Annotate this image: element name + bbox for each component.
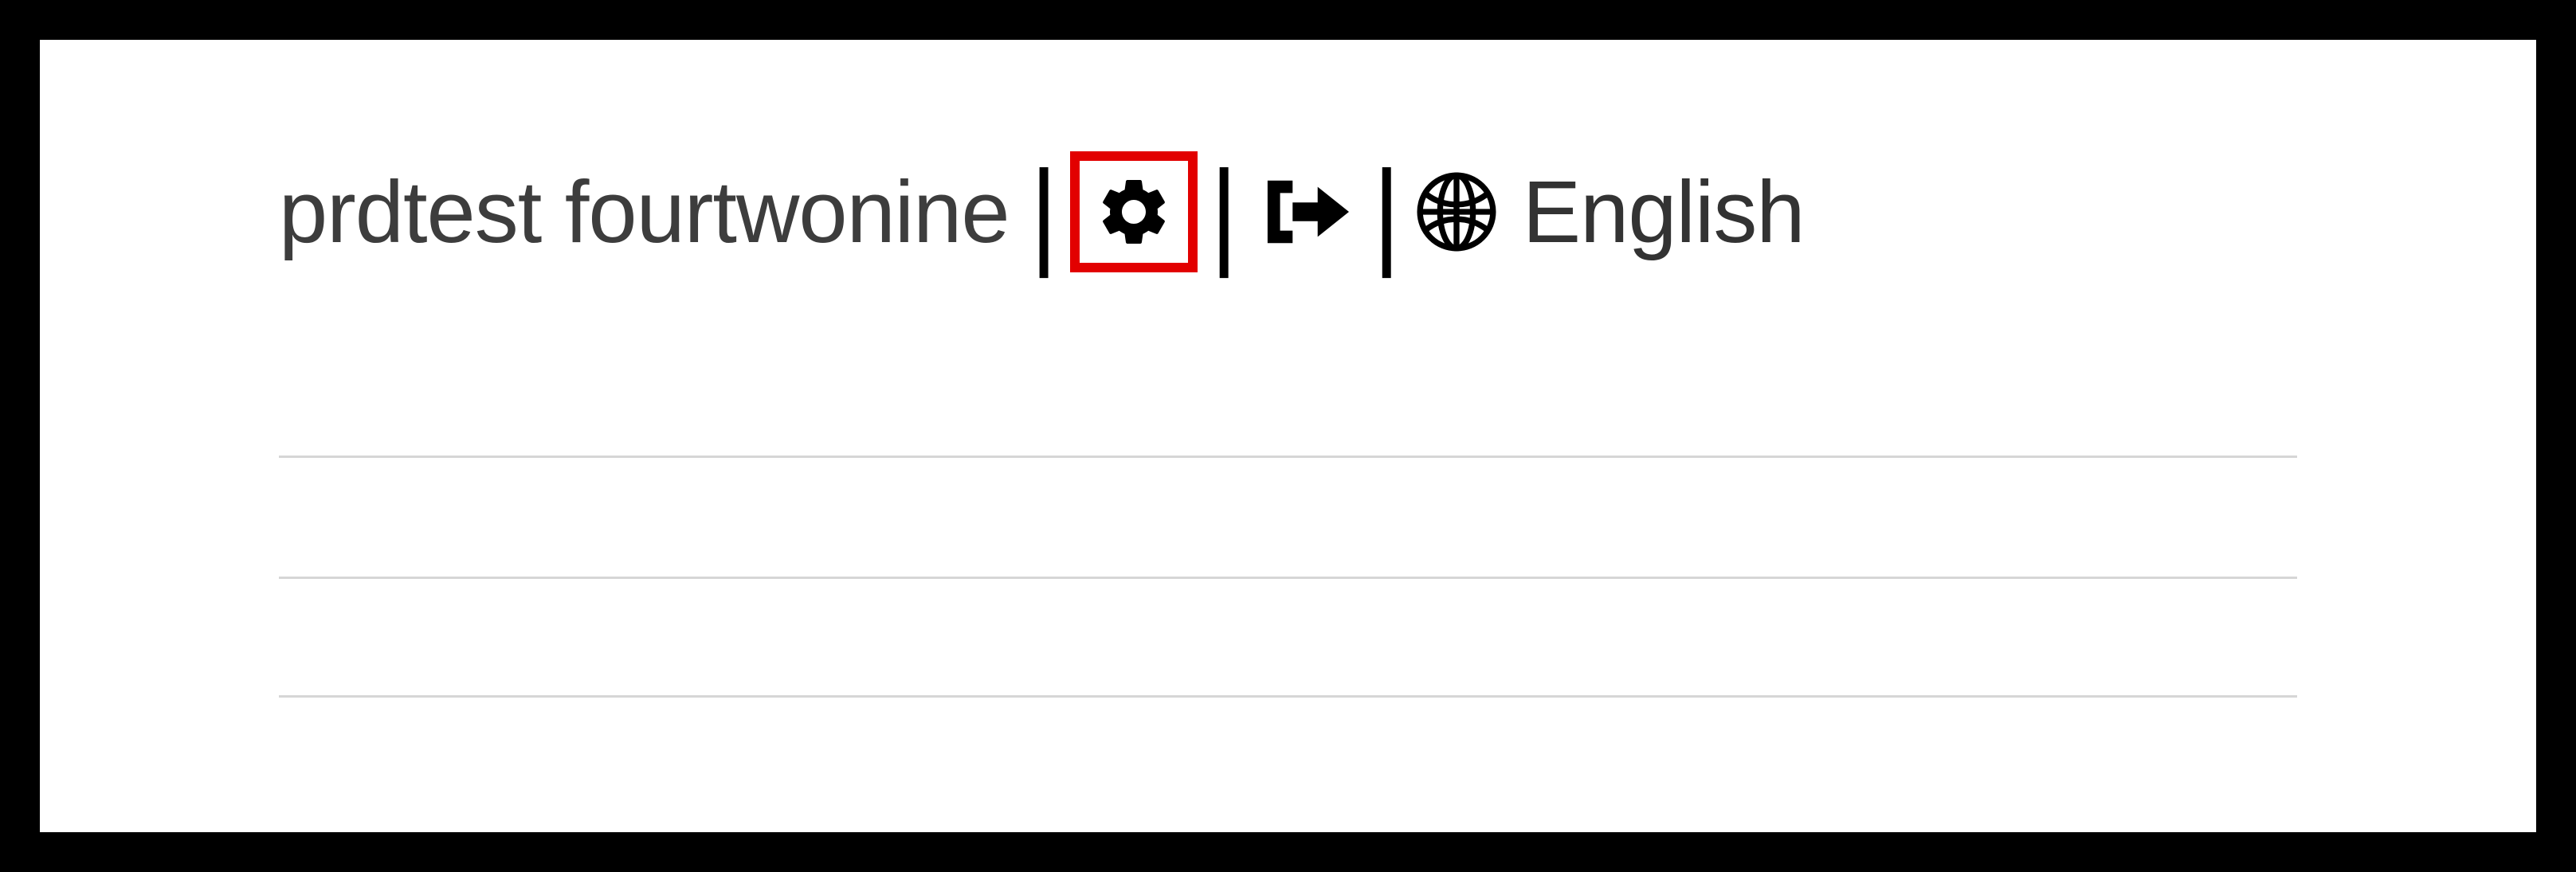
separator: |	[1210, 153, 1237, 272]
language-selector[interactable]: English	[1413, 162, 1805, 263]
table-row	[279, 456, 2297, 577]
table-row	[279, 577, 2297, 698]
language-label: English	[1523, 162, 1805, 263]
content-rows	[279, 456, 2297, 698]
globe-icon	[1413, 168, 1500, 256]
logout-button[interactable]	[1250, 162, 1360, 261]
logout-icon	[1261, 172, 1349, 252]
username-label: prdtest fourtwonine	[279, 162, 1017, 263]
settings-button[interactable]	[1070, 151, 1198, 272]
gear-icon	[1094, 172, 1174, 252]
app-container: prdtest fourtwonine | | |	[40, 40, 2536, 832]
separator: |	[1030, 153, 1057, 272]
header-row: prdtest fourtwonine | | |	[279, 151, 2297, 272]
separator: |	[1373, 153, 1400, 272]
